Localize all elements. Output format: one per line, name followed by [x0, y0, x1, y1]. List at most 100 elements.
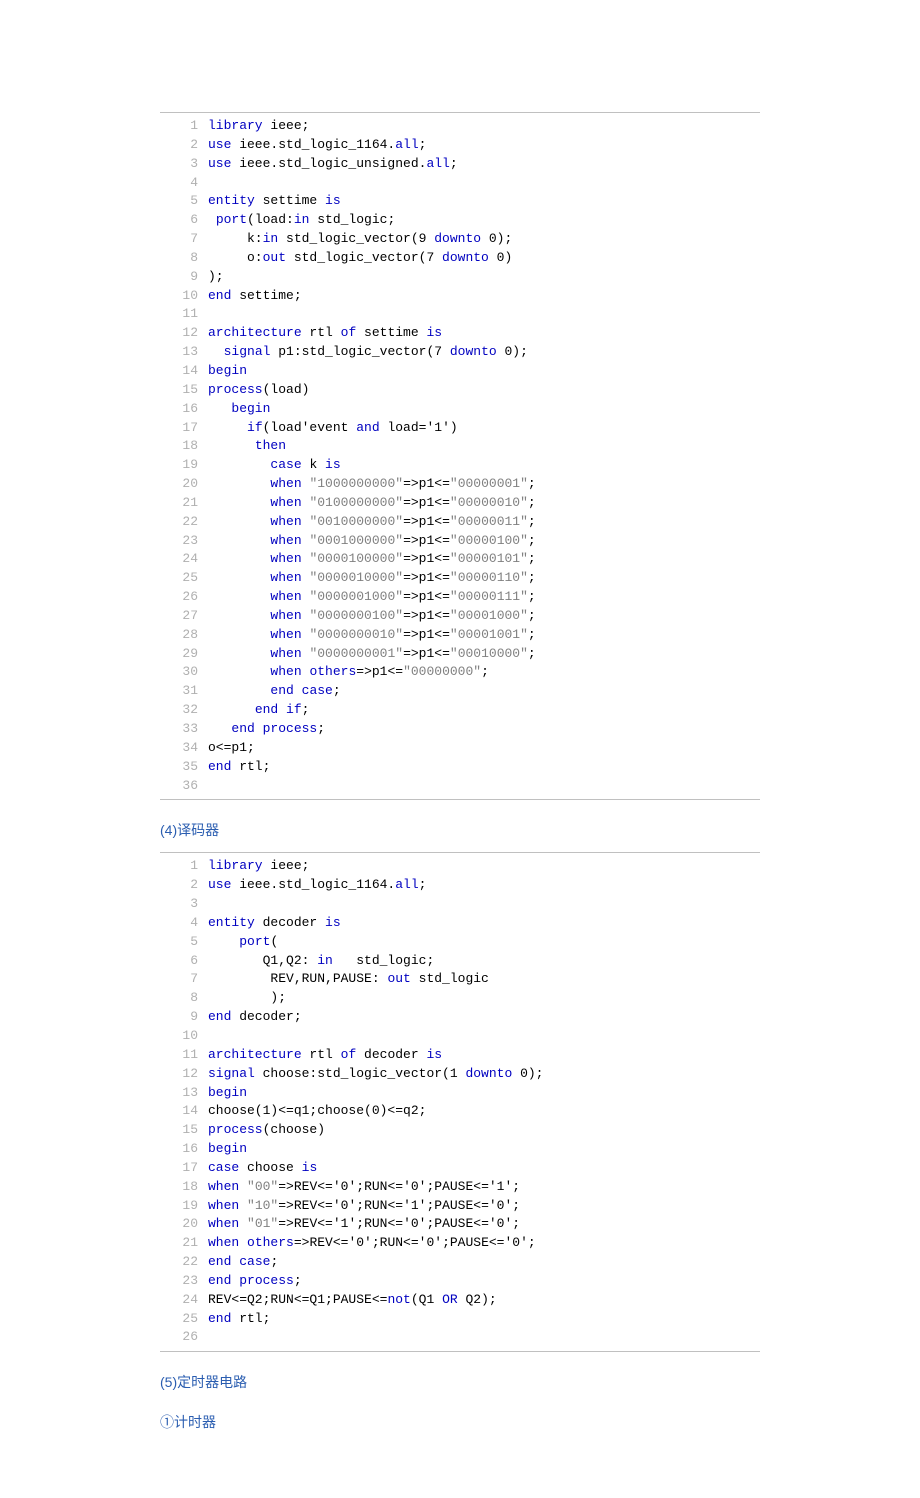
- line-number: 5: [160, 192, 208, 211]
- line-number: 19: [160, 456, 208, 475]
- code-line: 4: [160, 174, 760, 193]
- code-line: 34o<=p1;: [160, 739, 760, 758]
- code-line: 9);: [160, 268, 760, 287]
- line-number: 5: [160, 933, 208, 952]
- line-number: 18: [160, 1178, 208, 1197]
- code-line: 32 end if;: [160, 701, 760, 720]
- code-content: entity decoder is: [208, 914, 341, 933]
- line-number: 8: [160, 249, 208, 268]
- code-line: 15process(choose): [160, 1121, 760, 1140]
- code-line: 13begin: [160, 1084, 760, 1103]
- code-content: end rtl;: [208, 758, 270, 777]
- code-line: 15process(load): [160, 381, 760, 400]
- line-number: 27: [160, 607, 208, 626]
- code-content: k:in std_logic_vector(9 downto 0);: [208, 230, 512, 249]
- line-number: 29: [160, 645, 208, 664]
- code-line: 12signal choose:std_logic_vector(1 downt…: [160, 1065, 760, 1084]
- line-number: 3: [160, 155, 208, 174]
- code-line: 27 when "0000000100"=>p1<="00001000";: [160, 607, 760, 626]
- line-number: 13: [160, 343, 208, 362]
- code-line: 33 end process;: [160, 720, 760, 739]
- code-content: when "0000001000"=>p1<="00000111";: [208, 588, 536, 607]
- code-line: 3use ieee.std_logic_unsigned.all;: [160, 155, 760, 174]
- code-line: 10end settime;: [160, 287, 760, 306]
- code-line: 19 case k is: [160, 456, 760, 475]
- line-number: 25: [160, 1310, 208, 1329]
- line-number: 31: [160, 682, 208, 701]
- section-5-1-heading: ①计时器: [160, 1412, 760, 1432]
- code-content: o<=p1;: [208, 739, 255, 758]
- line-number: 9: [160, 1008, 208, 1027]
- code-line: 3: [160, 895, 760, 914]
- code-content: end if;: [208, 701, 309, 720]
- code-line: 11architecture rtl of decoder is: [160, 1046, 760, 1065]
- line-number: 12: [160, 1065, 208, 1084]
- code-line: 11: [160, 305, 760, 324]
- code-line: 6 Q1,Q2: in std_logic;: [160, 952, 760, 971]
- code-content: );: [208, 989, 286, 1008]
- code-line: 7 k:in std_logic_vector(9 downto 0);: [160, 230, 760, 249]
- line-number: 33: [160, 720, 208, 739]
- code-content: end process;: [208, 1272, 302, 1291]
- code-line: 35end rtl;: [160, 758, 760, 777]
- section-5-heading: (5)定时器电路: [160, 1372, 760, 1392]
- code-line: 17 if(load'event and load='1'): [160, 419, 760, 438]
- line-number: 35: [160, 758, 208, 777]
- code-line: 25end rtl;: [160, 1310, 760, 1329]
- code-line: 26: [160, 1328, 760, 1347]
- code-line: 2use ieee.std_logic_1164.all;: [160, 876, 760, 895]
- code-line: 19when "10"=>REV<='0';RUN<='1';PAUSE<='0…: [160, 1197, 760, 1216]
- line-number: 4: [160, 174, 208, 193]
- code-line: 23end process;: [160, 1272, 760, 1291]
- code-content: entity settime is: [208, 192, 341, 211]
- line-number: 20: [160, 475, 208, 494]
- code-content: if(load'event and load='1'): [208, 419, 458, 438]
- code-content: case choose is: [208, 1159, 317, 1178]
- line-number: 24: [160, 550, 208, 569]
- code-content: when "0010000000"=>p1<="00000011";: [208, 513, 536, 532]
- code-line: 28 when "0000000010"=>p1<="00001001";: [160, 626, 760, 645]
- line-number: 15: [160, 1121, 208, 1140]
- code-content: when "00"=>REV<='0';RUN<='0';PAUSE<='1';: [208, 1178, 520, 1197]
- code-content: use ieee.std_logic_1164.all;: [208, 136, 426, 155]
- line-number: 2: [160, 136, 208, 155]
- code-content: end case;: [208, 682, 341, 701]
- line-number: 14: [160, 362, 208, 381]
- line-number: 1: [160, 857, 208, 876]
- code-line: 2use ieee.std_logic_1164.all;: [160, 136, 760, 155]
- line-number: 15: [160, 381, 208, 400]
- code-content: when "0001000000"=>p1<="00000100";: [208, 532, 536, 551]
- code-content: begin: [208, 1140, 247, 1159]
- code-content: architecture rtl of decoder is: [208, 1046, 442, 1065]
- code-content: end case;: [208, 1253, 278, 1272]
- code-line: 30 when others=>p1<="00000000";: [160, 663, 760, 682]
- section-4-heading: (4)译码器: [160, 820, 760, 840]
- code-content: when "0000100000"=>p1<="00000101";: [208, 550, 536, 569]
- line-number: 2: [160, 876, 208, 895]
- line-number: 11: [160, 1046, 208, 1065]
- line-number: 32: [160, 701, 208, 720]
- line-number: 17: [160, 419, 208, 438]
- line-number: 19: [160, 1197, 208, 1216]
- code-line: 8 );: [160, 989, 760, 1008]
- code-content: architecture rtl of settime is: [208, 324, 442, 343]
- code-content: when "0000010000"=>p1<="00000110";: [208, 569, 536, 588]
- line-number: 6: [160, 211, 208, 230]
- line-number: 4: [160, 914, 208, 933]
- line-number: 18: [160, 437, 208, 456]
- code-line: 29 when "0000000001"=>p1<="00010000";: [160, 645, 760, 664]
- code-content: when "0000000001"=>p1<="00010000";: [208, 645, 536, 664]
- code-content: when others=>REV<='0';RUN<='0';PAUSE<='0…: [208, 1234, 536, 1253]
- line-number: 23: [160, 1272, 208, 1291]
- code-line: 24 when "0000100000"=>p1<="00000101";: [160, 550, 760, 569]
- line-number: 24: [160, 1291, 208, 1310]
- code-line: 14begin: [160, 362, 760, 381]
- code-content: begin: [208, 400, 270, 419]
- code-line: 12architecture rtl of settime is: [160, 324, 760, 343]
- code-line: 8 o:out std_logic_vector(7 downto 0): [160, 249, 760, 268]
- code-content: o:out std_logic_vector(7 downto 0): [208, 249, 512, 268]
- line-number: 36: [160, 777, 208, 796]
- line-number: 22: [160, 1253, 208, 1272]
- code-content: end settime;: [208, 287, 302, 306]
- line-number: 14: [160, 1102, 208, 1121]
